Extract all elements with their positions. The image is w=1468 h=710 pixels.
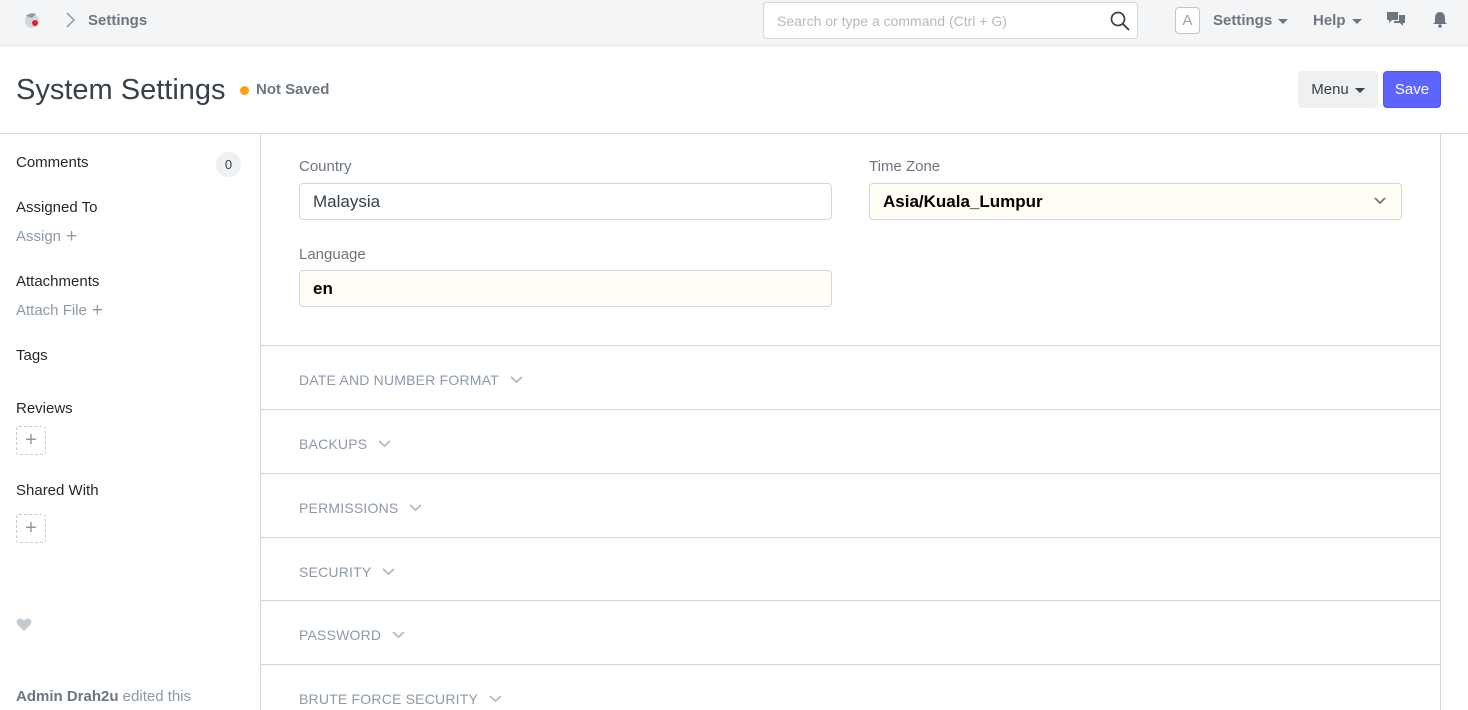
status-badge: Not Saved: [256, 81, 330, 98]
settings-dropdown-label: Settings: [1213, 12, 1273, 29]
help-dropdown[interactable]: Help: [1313, 12, 1362, 29]
form-sidebar: Comments 0 Assigned To Assign + Attachme…: [0, 134, 260, 710]
section-title: BACKUPS: [299, 436, 368, 452]
section-title: DATE AND NUMBER FORMAT: [299, 372, 499, 388]
country-field[interactable]: Malaysia: [299, 183, 832, 220]
section-header: PERMISSIONS: [299, 500, 423, 516]
section-backups[interactable]: BACKUPS: [261, 409, 1440, 473]
timezone-value: Asia/Kuala_Lumpur: [883, 192, 1043, 211]
section-title: SECURITY: [299, 564, 372, 580]
notification-bell-icon[interactable]: [1431, 11, 1449, 28]
search-input[interactable]: Search or type a command (Ctrl + G): [763, 2, 1138, 39]
section-security[interactable]: SECURITY: [261, 537, 1440, 601]
page-head: System Settings Not Saved Menu Save: [0, 46, 1468, 134]
chevron-down-icon: [392, 631, 405, 639]
section-header: PASSWORD: [299, 627, 406, 643]
search-icon: [1110, 11, 1130, 31]
language-field[interactable]: en: [299, 270, 832, 307]
add-share-button[interactable]: +: [16, 514, 46, 543]
app-logo-icon[interactable]: [22, 10, 42, 30]
assigned-to-label: Assigned To: [16, 199, 98, 216]
chevron-down-icon: [489, 695, 502, 703]
activity-user[interactable]: Admin Drah2u: [16, 688, 119, 705]
language-label: Language: [299, 246, 366, 263]
country-label: Country: [299, 158, 352, 175]
section-title: BRUTE FORCE SECURITY: [299, 691, 479, 707]
chevron-down-icon: [382, 568, 395, 576]
assign-link-label: Assign: [16, 228, 62, 245]
activity-text: edited this: [118, 688, 192, 705]
add-review-button[interactable]: +: [16, 426, 46, 455]
page-title: System Settings: [16, 74, 226, 106]
caret-down-icon: [1351, 19, 1362, 24]
chevron-down-icon: [409, 504, 423, 512]
help-dropdown-label: Help: [1313, 12, 1346, 29]
save-button[interactable]: Save: [1383, 71, 1441, 108]
section-header: DATE AND NUMBER FORMAT: [299, 372, 524, 388]
settings-dropdown[interactable]: Settings: [1213, 12, 1289, 29]
timezone-label: Time Zone: [869, 158, 941, 175]
section-header: BRUTE FORCE SECURITY: [299, 691, 503, 707]
caret-down-icon: [1278, 19, 1289, 24]
section-header: SECURITY: [299, 564, 396, 580]
activity-entry: Admin Drah2u edited this: [16, 688, 191, 705]
assign-link[interactable]: Assign +: [16, 227, 77, 246]
section-header: BACKUPS: [299, 436, 392, 452]
comments-label[interactable]: Comments: [16, 154, 89, 171]
section-permissions[interactable]: PERMISSIONS: [261, 473, 1440, 537]
plus-icon: +: [91, 300, 103, 321]
chevron-down-icon: [510, 376, 523, 384]
search-placeholder: Search or type a command (Ctrl + G): [777, 13, 1007, 29]
timezone-select[interactable]: Asia/Kuala_Lumpur: [869, 183, 1402, 220]
navbar: Settings Search or type a command (Ctrl …: [0, 0, 1468, 46]
section-password[interactable]: PASSWORD: [261, 600, 1440, 664]
caret-down-icon: [1354, 88, 1365, 93]
comments-count-badge: 0: [216, 152, 241, 177]
shared-with-label: Shared With: [16, 482, 99, 499]
section-date-number-format[interactable]: DATE AND NUMBER FORMAT: [261, 345, 1440, 409]
heart-icon[interactable]: [16, 618, 32, 632]
breadcrumb-settings[interactable]: Settings: [88, 12, 147, 29]
reviews-label: Reviews: [16, 400, 73, 417]
section-brute-force-security[interactable]: BRUTE FORCE SECURITY: [261, 664, 1440, 710]
menu-button-label: Menu: [1311, 81, 1349, 98]
chevron-down-icon: [378, 440, 391, 448]
section-title: PASSWORD: [299, 627, 382, 643]
chat-icon[interactable]: [1386, 11, 1406, 29]
form-layout: Country Malaysia Time Zone Asia/Kuala_Lu…: [260, 134, 1441, 710]
chevron-down-icon: [1374, 197, 1386, 205]
attach-file-label: Attach File: [16, 302, 87, 319]
tags-label[interactable]: Tags: [16, 347, 48, 364]
attach-file-link[interactable]: Attach File +: [16, 301, 103, 320]
unsaved-indicator-dot: [240, 86, 249, 95]
user-avatar[interactable]: A: [1175, 7, 1200, 34]
menu-button[interactable]: Menu: [1298, 71, 1378, 108]
plus-icon: +: [66, 226, 78, 247]
section-title: PERMISSIONS: [299, 500, 399, 516]
breadcrumb-chevron-icon: [66, 12, 76, 28]
attachments-label: Attachments: [16, 273, 100, 290]
